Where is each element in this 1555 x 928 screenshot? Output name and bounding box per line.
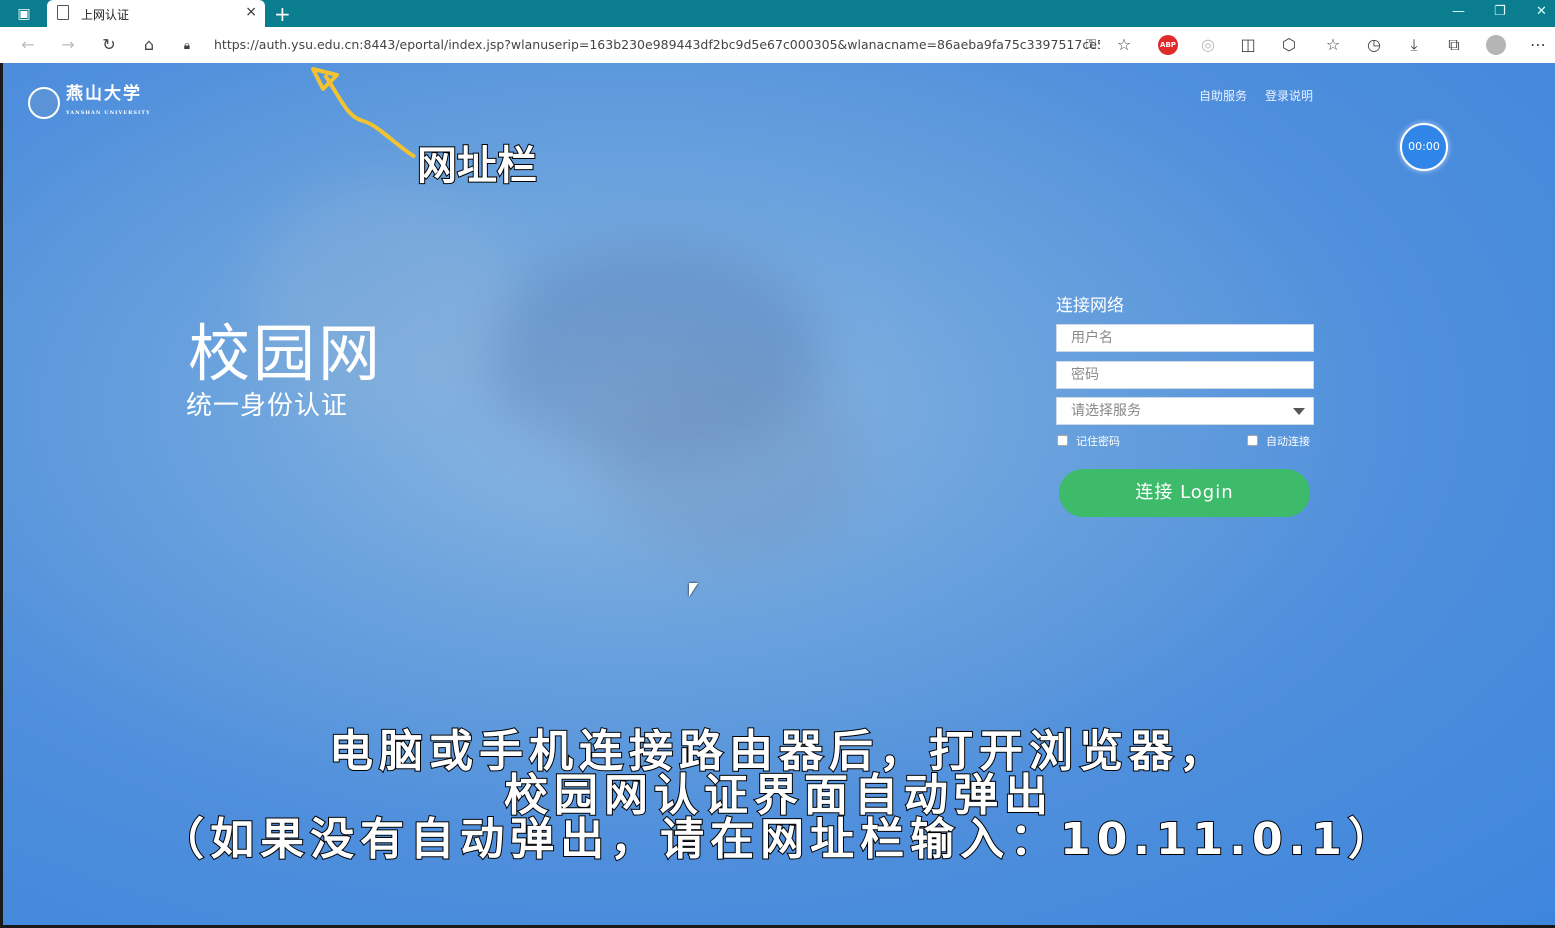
adblock-icon[interactable]: ABP <box>1158 35 1178 55</box>
refresh-icon[interactable]: ↻ <box>99 35 119 55</box>
username-input[interactable] <box>1056 324 1314 352</box>
remember-password-label: 记住密码 <box>1076 435 1120 448</box>
caption-line-3: （如果没有自动弹出，请在网址栏输入：10.11.0.1） <box>159 814 1398 865</box>
favorites-icon[interactable]: ☆ <box>1323 35 1343 55</box>
hero-subtitle: 统一身份认证 <box>186 391 349 421</box>
annotation-arrow-icon <box>311 67 417 159</box>
more-icon[interactable]: ⋯ <box>1528 35 1548 55</box>
close-window-button[interactable]: ✕ <box>1536 4 1547 19</box>
service-select[interactable]: 请选择服务 <box>1056 397 1314 425</box>
tab-active[interactable]: 上网认证 × <box>47 0 265 27</box>
key-icon[interactable]: ⚿ <box>1081 35 1101 55</box>
new-tab-button[interactable]: + <box>274 2 291 26</box>
self-service-link[interactable]: 自助服务 <box>1199 87 1247 104</box>
caption-line-1: 电脑或手机连接路由器后，打开浏览器， <box>328 726 1229 777</box>
annotation-label: 网址栏 <box>416 142 538 190</box>
caption-line-2: 校园网认证界面自动弹出 <box>503 770 1054 821</box>
auto-connect-checkbox[interactable] <box>1247 435 1258 446</box>
remember-password-checkbox[interactable] <box>1057 435 1068 446</box>
profile-icon[interactable] <box>1486 35 1506 55</box>
maximize-button[interactable]: ❐ <box>1494 4 1506 19</box>
auto-connect-label: 自动连接 <box>1266 435 1310 448</box>
university-seal-icon <box>28 87 60 119</box>
home-icon[interactable]: ⌂ <box>139 35 159 55</box>
timer: 00:00 <box>1400 123 1448 171</box>
service-select-placeholder: 请选择服务 <box>1071 403 1141 419</box>
screenshot-icon[interactable]: ⧉ <box>1444 35 1464 55</box>
chevron-down-icon <box>1293 408 1305 415</box>
logo-name: 燕山大学 YANSHAN UNIVERSITY <box>66 85 151 122</box>
lock-icon[interactable]: 🔒︎ <box>180 33 194 57</box>
forward-icon[interactable]: → <box>58 35 78 55</box>
browser-toolbar: ← → ↻ ⌂ 🔒︎ https://auth.ysu.edu.cn:8443/e… <box>0 27 1555 64</box>
mouse-cursor-icon <box>689 583 698 597</box>
password-input[interactable] <box>1056 361 1314 389</box>
page-icon <box>57 5 69 20</box>
extensions-icon[interactable]: ⬡ <box>1279 35 1299 55</box>
tab-title: 上网认证 <box>81 8 130 22</box>
tab-close-icon[interactable]: × <box>245 4 257 20</box>
logo-sub: YANSHAN UNIVERSITY <box>66 109 151 116</box>
history-icon[interactable]: ◷ <box>1364 35 1384 55</box>
url-text: https://auth.ysu.edu.cn:8443/eportal/ind… <box>214 37 1100 52</box>
form-title: 连接网络 <box>1056 296 1124 316</box>
university-logo[interactable]: 燕山大学 YANSHAN UNIVERSITY <box>28 85 151 122</box>
back-icon[interactable]: ← <box>18 35 38 55</box>
background-blur <box>603 363 863 563</box>
minimize-button[interactable]: — <box>1452 4 1465 19</box>
login-button[interactable]: 连接 Login <box>1059 469 1310 517</box>
address-bar[interactable]: 🔒︎ https://auth.ysu.edu.cn:8443/eportal/i… <box>180 33 1100 57</box>
collections-icon[interactable]: ◫ <box>1238 35 1258 55</box>
tab-strip: ▣ 上网认证 × + — ❐ ✕ <box>0 0 1555 27</box>
download-icon[interactable]: ⤓ <box>1404 35 1424 55</box>
hero-title: 校园网 <box>188 317 384 390</box>
sidebar-icon[interactable]: ▣ <box>12 5 36 23</box>
favorite-add-icon[interactable]: ☆ <box>1114 35 1134 55</box>
extension-icon[interactable]: ◎ <box>1198 35 1218 55</box>
frame-edge <box>0 63 3 928</box>
login-help-link[interactable]: 登录说明 <box>1265 87 1313 104</box>
login-page: 燕山大学 YANSHAN UNIVERSITY 自助服务 登录说明 00:00 … <box>3 63 1555 925</box>
